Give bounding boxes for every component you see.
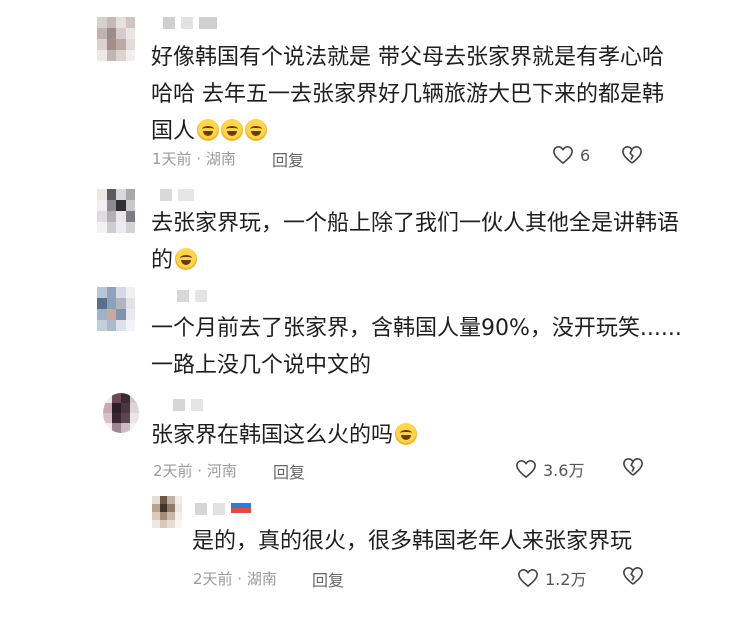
laugh-cry-emoji (245, 119, 268, 141)
comment-text: 张家界在韩国这么火的吗 (151, 417, 418, 454)
heart-outline-icon (553, 145, 573, 165)
reply-button[interactable]: 回复 (273, 459, 305, 483)
heart-outline-icon (516, 459, 536, 479)
like-button[interactable]: 3.6万 (515, 457, 584, 481)
laugh-cry-emoji (175, 248, 198, 270)
comment-text: 是的，真的很火，很多韩国老年人来张家界玩 (192, 529, 633, 554)
comment-4: 张家界在韩国这么火的吗 2天前 · 河南 回复 3.6万 (85, 387, 655, 487)
broken-heart-icon[interactable] (622, 457, 644, 477)
laugh-cry-emoji (197, 119, 220, 141)
avatar[interactable] (97, 189, 135, 233)
reply-comment: 是的，真的很火，很多韩国老年人来张家界玩 2天前 · 湖南 回复 1.2万 (140, 492, 660, 602)
like-count: 3.6万 (543, 461, 585, 480)
like-button[interactable]: 1.2万 (517, 566, 586, 590)
comment-meta: 2天前 · 湖南 (193, 570, 277, 588)
comment-meta: 1天前 · 湖南 (152, 150, 236, 168)
broken-heart-icon[interactable] (621, 145, 643, 165)
avatar[interactable] (97, 17, 135, 61)
username[interactable] (163, 17, 217, 31)
reply-button[interactable]: 回复 (272, 147, 304, 171)
username[interactable] (173, 399, 203, 413)
comment-2: 去张家界玩，一个船上除了我们一伙人其他全是讲韩语 的 (85, 185, 679, 280)
comment-text: 一个月前去了张家界，含韩国人量90%，没开玩笑...... 一路上没几个说中文的 (151, 316, 682, 378)
avatar[interactable] (97, 287, 135, 331)
comment-text: 好像韩国有个说法就是 带父母去张家界就是有孝心哈 哈哈 去年五一去张家界好几辆旅… (151, 45, 664, 144)
avatar[interactable] (103, 393, 139, 433)
comment-3: 一个月前去了张家界，含韩国人量90%，没开玩笑...... 一路上没几个说中文的 (85, 283, 682, 383)
username[interactable] (160, 189, 194, 203)
like-count: 6 (580, 145, 591, 165)
heart-outline-icon (518, 568, 538, 588)
laugh-cry-emoji (395, 423, 418, 445)
reply-button[interactable]: 回复 (312, 567, 344, 591)
broken-heart-icon[interactable] (622, 566, 644, 586)
comment-text: 去张家界玩，一个船上除了我们一伙人其他全是讲韩语 的 (151, 211, 680, 273)
avatar[interactable] (152, 496, 182, 528)
username[interactable] (177, 290, 207, 304)
laugh-cry-emoji (221, 119, 244, 141)
like-button[interactable]: 6 (552, 145, 590, 165)
like-count: 1.2万 (545, 570, 587, 589)
comment-1: 好像韩国有个说法就是 带父母去张家界就是有孝心哈 哈哈 去年五一去张家界好几辆旅… (85, 5, 664, 185)
comment-meta: 2天前 · 河南 (153, 462, 237, 480)
username[interactable] (195, 503, 251, 517)
